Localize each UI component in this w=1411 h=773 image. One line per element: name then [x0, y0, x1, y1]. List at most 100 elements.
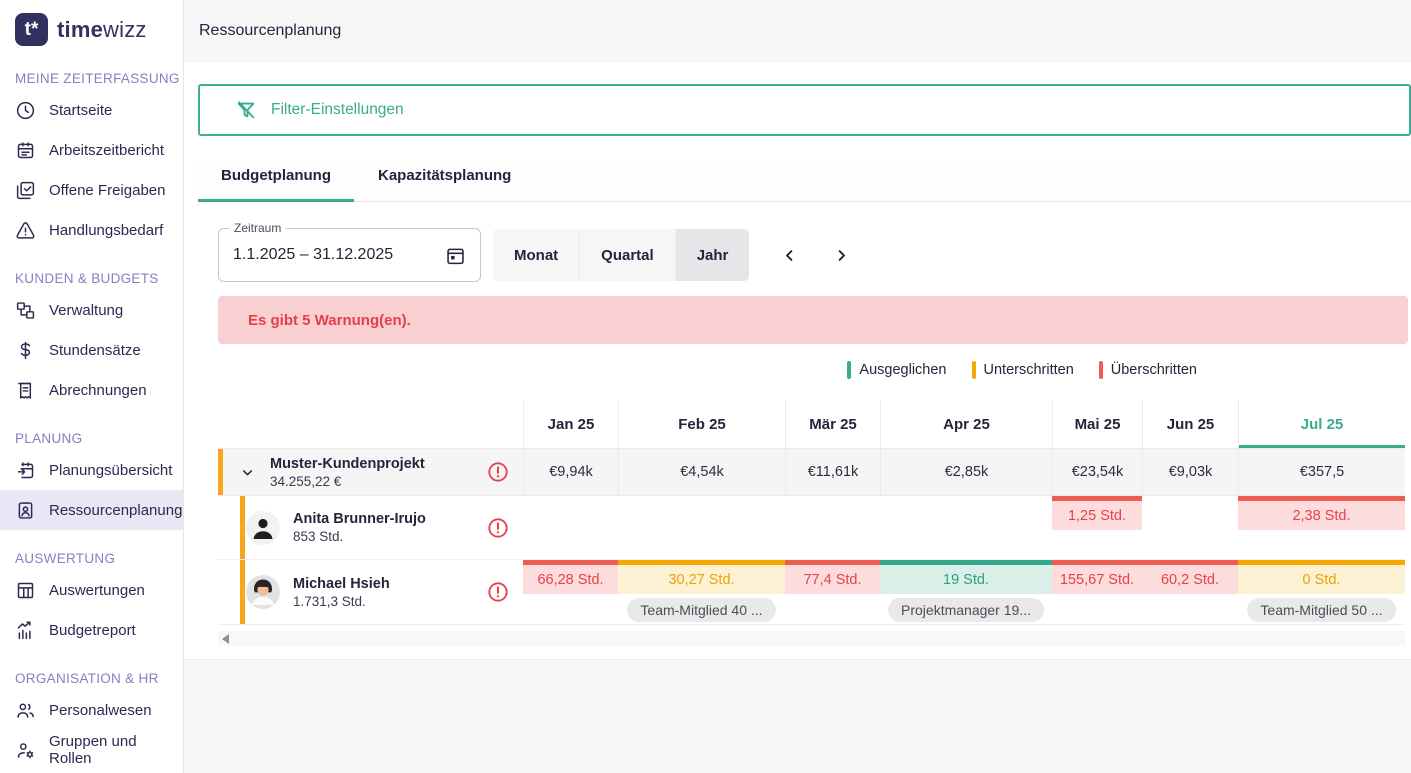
legend-balanced-swatch	[847, 361, 851, 379]
hours-block[interactable]: 2,38 Std.	[1238, 496, 1405, 530]
month-header-jun[interactable]: Jun 25	[1142, 401, 1238, 449]
filter-settings-button[interactable]: Filter-Einstellungen	[198, 84, 1411, 136]
hours-block[interactable]: 19 Std.	[880, 560, 1052, 594]
member-cell-feb	[618, 496, 785, 560]
sidebar-item-gruppen-rollen[interactable]: Gruppen und Rollen	[0, 730, 183, 770]
header-name-cell	[218, 401, 523, 449]
zeitraum-field[interactable]: Zeitraum 1.1.2025 – 31.12.2025	[218, 228, 481, 282]
role-tag[interactable]: Team-Mitglied 50 ...	[1247, 598, 1395, 622]
previous-period-button[interactable]	[778, 244, 801, 267]
member-cell-jul: 2,38 Std.	[1238, 496, 1405, 560]
table-icon	[15, 580, 36, 601]
month-header-mar[interactable]: Mär 25	[785, 401, 880, 449]
project-value-mai[interactable]: €23,54k	[1052, 449, 1142, 496]
sidebar-item-offene-freigaben[interactable]: Offene Freigaben	[0, 170, 183, 210]
calendar-icon[interactable]	[445, 245, 466, 266]
sidebar-section-zeiterfassung: MEINE ZEITERFASSUNG	[0, 71, 183, 86]
alert-circle-icon	[487, 581, 509, 603]
role-tag[interactable]: Team-Mitglied 40 ...	[627, 598, 775, 622]
legend-balanced: Ausgeglichen	[847, 360, 946, 379]
alert-circle-icon	[487, 461, 509, 483]
month-header-apr[interactable]: Apr 25	[880, 401, 1052, 449]
legend-balanced-label: Ausgeglichen	[859, 362, 946, 378]
zeitraum-label: Zeitraum	[229, 221, 286, 235]
hours-block[interactable]: 0 Std.	[1238, 560, 1405, 594]
monat-button[interactable]: Monat	[493, 229, 579, 281]
member-warning-icon[interactable]	[487, 517, 509, 539]
warning-banner-text: Es gibt 5 Warnung(en).	[248, 312, 411, 329]
project-value-jan[interactable]: €9,94k	[523, 449, 618, 496]
month-header-feb[interactable]: Feb 25	[618, 401, 785, 449]
app-logo[interactable]: t* timewizz	[0, 0, 183, 50]
sidebar-item-handlungsbedarf[interactable]: Handlungsbedarf	[0, 210, 183, 250]
avatar	[246, 511, 280, 545]
hours-block[interactable]: 66,28 Std.	[523, 560, 618, 594]
horizontal-scrollbar[interactable]	[218, 631, 1405, 646]
next-period-button[interactable]	[830, 244, 853, 267]
sidebar-item-abrechnungen[interactable]: Abrechnungen	[0, 370, 183, 410]
hours-block[interactable]: 1,25 Std.	[1052, 496, 1142, 530]
sidebar-item-budgetreport[interactable]: Budgetreport	[0, 610, 183, 650]
project-value-mar[interactable]: €11,61k	[785, 449, 880, 496]
tab-budgetplanung[interactable]: Budgetplanung	[198, 164, 354, 201]
hours-value: 2,38 Std.	[1238, 501, 1405, 530]
project-value-jun[interactable]: €9,03k	[1142, 449, 1238, 496]
member-name-block: Michael Hsieh 1.731,3 Std.	[293, 575, 390, 610]
project-name: Muster-Kundenprojekt	[270, 455, 425, 473]
logo-text-light: wizz	[103, 17, 147, 42]
project-value-apr[interactable]: €2,85k	[880, 449, 1052, 496]
member-name: Anita Brunner-Irujo	[293, 510, 426, 528]
role-tag[interactable]: Projektmanager 19...	[888, 598, 1044, 622]
sidebar-section-auswertung: AUSWERTUNG	[0, 551, 183, 566]
sidebar-item-verwaltung[interactable]: Verwaltung	[0, 290, 183, 330]
collapse-project-button[interactable]	[238, 463, 257, 482]
status-legend: Ausgeglichen Unterschritten Überschritte…	[218, 360, 1411, 379]
hours-block[interactable]: 77,4 Std.	[785, 560, 880, 594]
member-warning-icon[interactable]	[487, 581, 509, 603]
page-title: Ressourcenplanung	[199, 22, 341, 40]
hierarchy-icon	[15, 300, 36, 321]
alert-circle-icon	[487, 517, 509, 539]
jahr-button[interactable]: Jahr	[675, 229, 750, 281]
member-name-cell[interactable]: Michael Hsieh 1.731,3 Std.	[218, 560, 523, 625]
member-hours: 853 Std.	[293, 528, 426, 545]
page-header: Ressourcenplanung	[184, 0, 1411, 62]
member-cell-jan: 66,28 Std.	[523, 560, 618, 625]
scroll-left-icon[interactable]	[222, 634, 229, 644]
person-gear-icon	[15, 740, 36, 761]
hours-value: 155,67 Std.	[1052, 565, 1142, 594]
project-name-cell[interactable]: Muster-Kundenprojekt 34.255,22 €	[218, 449, 523, 496]
logo-text-bold: time	[57, 17, 103, 42]
member-cell-mai: 1,25 Std.	[1052, 496, 1142, 560]
sidebar-item-personalwesen[interactable]: Personalwesen	[0, 690, 183, 730]
quartal-button[interactable]: Quartal	[579, 229, 675, 281]
sidebar-item-stundensaetze[interactable]: Stundensätze	[0, 330, 183, 370]
sidebar-item-label: Handlungsbedarf	[49, 222, 163, 239]
sidebar-section-kunden-budgets: KUNDEN & BUDGETS	[0, 271, 183, 286]
hours-block[interactable]: 60,2 Std.	[1142, 560, 1238, 594]
project-value-feb[interactable]: €4,54k	[618, 449, 785, 496]
hours-block[interactable]: 30,27 Std.	[618, 560, 785, 594]
tab-kapazitaetsplanung[interactable]: Kapazitätsplanung	[355, 164, 534, 201]
month-header-jan[interactable]: Jan 25	[523, 401, 618, 449]
sidebar-item-startseite[interactable]: Startseite	[0, 90, 183, 130]
sidebar-item-ressourcenplanung[interactable]: Ressourcenplanung	[0, 490, 183, 530]
sidebar-item-arbeitszeitbericht[interactable]: Arbeitszeitbericht	[0, 130, 183, 170]
sidebar-item-label: Gruppen und Rollen	[49, 733, 183, 767]
project-warning-icon[interactable]	[487, 461, 509, 483]
chevron-right-icon	[834, 248, 849, 263]
month-header-mai[interactable]: Mai 25	[1052, 401, 1142, 449]
project-row: Muster-Kundenprojekt 34.255,22 € €9,94k …	[218, 449, 1405, 496]
member-status-bar	[240, 496, 245, 559]
sidebar-item-label: Planungsübersicht	[49, 462, 172, 479]
sidebar-item-auswertungen[interactable]: Auswertungen	[0, 570, 183, 610]
member-name: Michael Hsieh	[293, 575, 390, 593]
clock-icon	[15, 100, 36, 121]
hours-block[interactable]: 155,67 Std.	[1052, 560, 1142, 594]
sidebar-item-planungsuebersicht[interactable]: Planungsübersicht	[0, 450, 183, 490]
zeitraum-value: 1.1.2025 – 31.12.2025	[233, 246, 445, 264]
month-header-jul-current[interactable]: Jul 25	[1238, 401, 1405, 449]
project-value-jul[interactable]: €357,5	[1238, 449, 1405, 496]
sidebar-item-label: Offene Freigaben	[49, 182, 165, 199]
member-name-cell[interactable]: Anita Brunner-Irujo 853 Std.	[218, 496, 523, 560]
